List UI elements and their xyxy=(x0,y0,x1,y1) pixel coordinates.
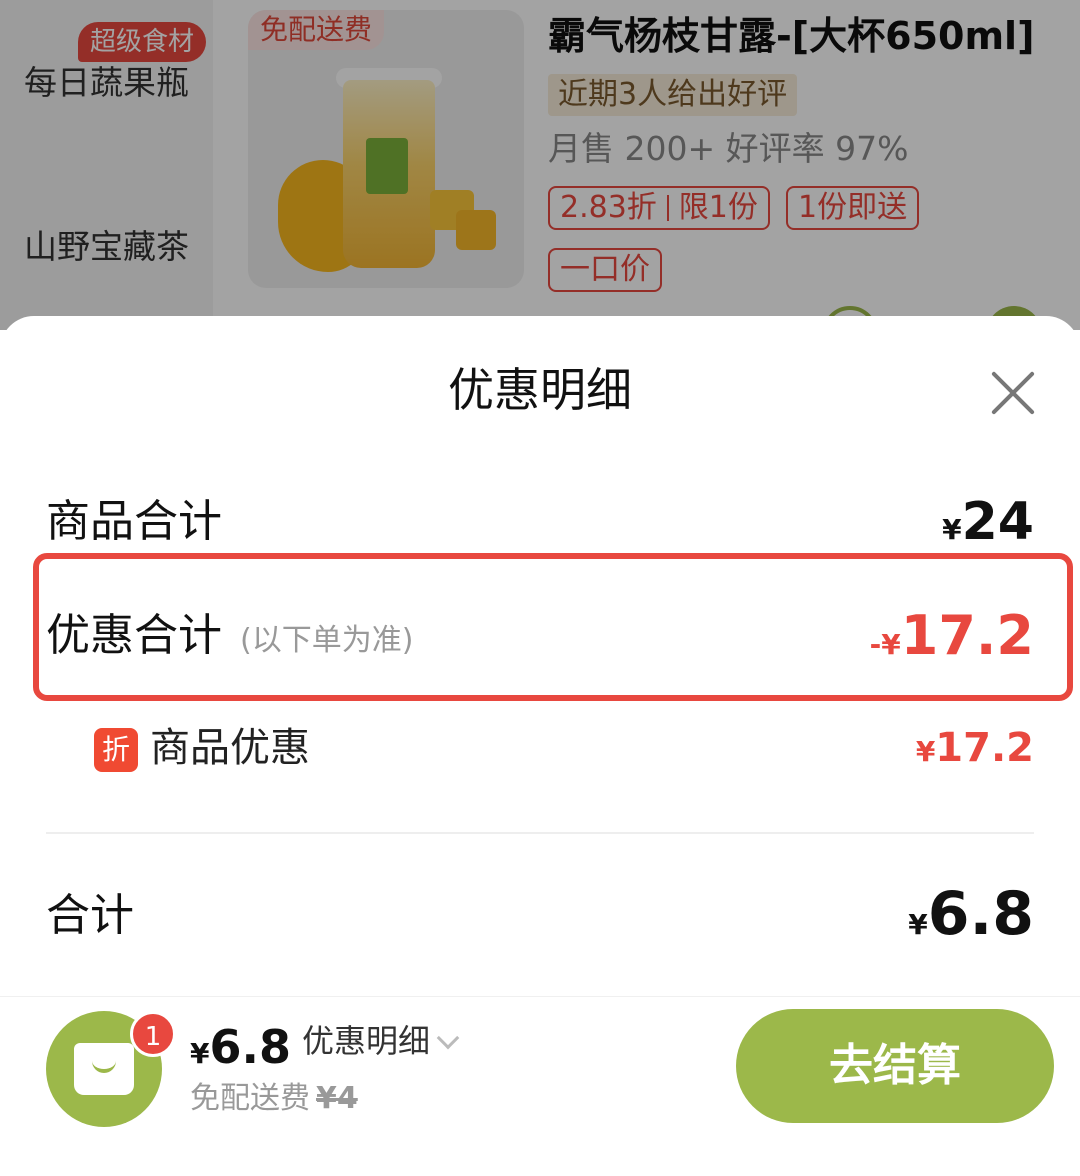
close-icon[interactable] xyxy=(984,364,1042,422)
sheet-title: 优惠明细 xyxy=(448,363,632,417)
original-delivery-fee: ¥4 xyxy=(316,1081,358,1116)
discount-total-label: 优惠合计 (以下单为准) xyxy=(46,608,413,669)
item-discount-amount: ¥17.2 xyxy=(916,718,1034,782)
discount-detail-toggle[interactable]: 优惠明细 xyxy=(302,1019,460,1063)
total-amount: ¥6.8 xyxy=(908,884,1034,955)
currency-symbol: ¥ xyxy=(915,735,936,768)
modal-backdrop[interactable] xyxy=(0,0,1080,330)
cart-count-badge: 1 xyxy=(130,1011,176,1057)
subtotal-value: 24 xyxy=(961,492,1034,552)
cart-bar: 1 ¥6.8 优惠明细 免配送费 ¥4 去结算 xyxy=(0,996,1080,1176)
divider xyxy=(46,832,1034,834)
discount-total-text: 优惠合计 xyxy=(46,610,222,661)
chevron-down-icon xyxy=(436,1026,460,1050)
discount-note: (以下单为准) xyxy=(240,623,414,658)
cart-price-value: 6.8 xyxy=(209,1020,291,1074)
item-discount-label: 商品优惠 xyxy=(150,725,310,771)
shopping-bag-icon xyxy=(74,1043,134,1095)
cart-total-price: ¥6.8 xyxy=(190,1019,291,1082)
checkout-button[interactable]: 去结算 xyxy=(736,1009,1054,1123)
total-label: 合计 xyxy=(46,890,134,941)
free-delivery-text: 免配送费 xyxy=(190,1081,310,1116)
currency-symbol: ¥ xyxy=(942,513,962,546)
delivery-fee-info: 免配送费 ¥4 xyxy=(190,1079,358,1119)
discount-detail-link-label: 优惠明细 xyxy=(302,1022,431,1060)
discount-total-value: 17.2 xyxy=(900,604,1034,667)
discount-total-amount: -¥17.2 xyxy=(870,606,1034,675)
item-discount-value: 17.2 xyxy=(935,725,1034,771)
discount-sign: -¥ xyxy=(869,628,901,661)
currency-symbol: ¥ xyxy=(190,1037,210,1070)
subtotal-amount: ¥24 xyxy=(942,492,1034,560)
currency-symbol: ¥ xyxy=(908,908,928,941)
subtotal-label: 商品合计 xyxy=(46,496,222,547)
discount-detail-sheet: 优惠明细 商品合计 ¥24 优惠合计 (以下单为准) -¥17.2 折 商品优惠 … xyxy=(0,316,1080,996)
discount-badge-icon: 折 xyxy=(94,728,138,772)
total-value: 6.8 xyxy=(927,879,1034,949)
